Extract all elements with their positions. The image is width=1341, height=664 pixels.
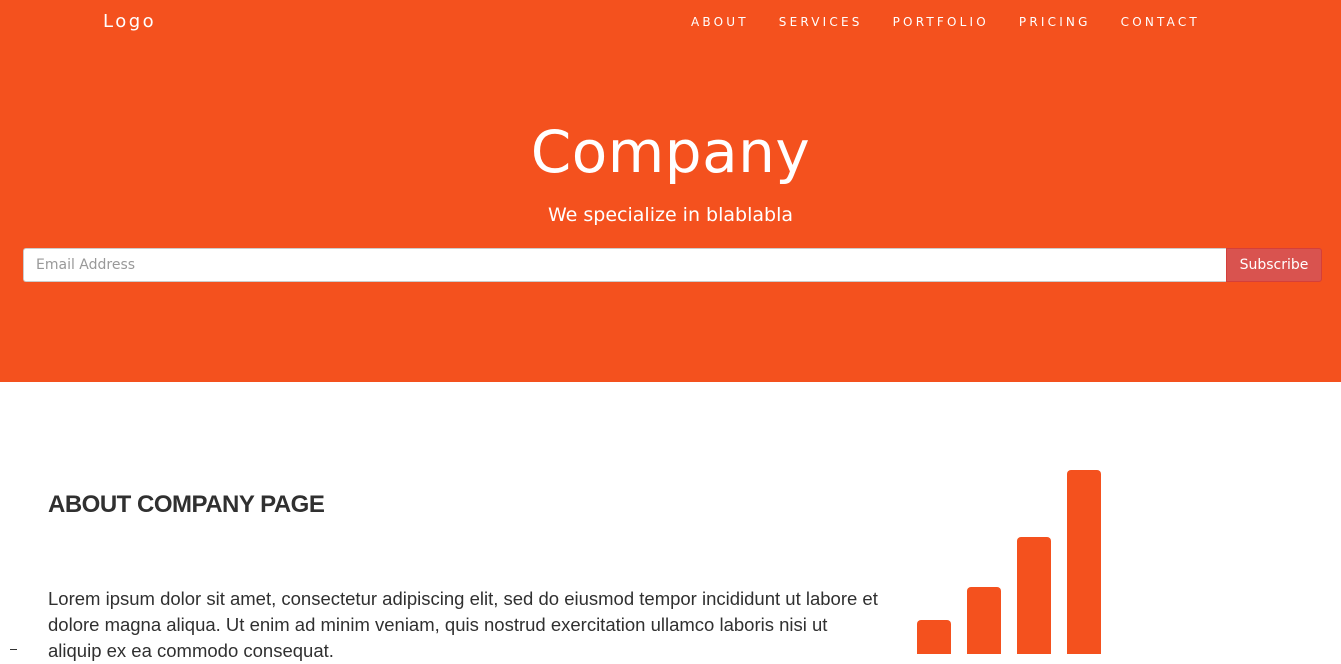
signal-bars-icon	[917, 470, 1101, 654]
hero-subtitle: We specialize in blablabla	[548, 204, 793, 226]
hero-section: Logo ABOUT SERVICES PORTFOLIO PRICING CO…	[0, 0, 1341, 382]
subscribe-form: Subscribe	[23, 248, 1322, 282]
about-text: Lorem ipsum dolor sit amet, consectetur …	[48, 588, 878, 661]
divider-mark	[10, 649, 17, 650]
navbar-logo[interactable]: Logo	[103, 10, 156, 34]
signal-bar-3	[1017, 537, 1051, 654]
nav-link-pricing[interactable]: PRICING	[1004, 14, 1106, 30]
nav-link-services[interactable]: SERVICES	[764, 14, 878, 30]
hero-title: Company	[530, 118, 811, 186]
navbar-links: ABOUT SERVICES PORTFOLIO PRICING CONTACT	[676, 14, 1215, 30]
nav-link-portfolio[interactable]: PORTFOLIO	[878, 14, 1004, 30]
signal-bar-2	[967, 587, 1001, 654]
subscribe-button[interactable]: Subscribe	[1226, 248, 1322, 282]
email-input[interactable]	[23, 248, 1226, 282]
signal-bar-1	[917, 620, 951, 654]
about-title: ABOUT COMPANY PAGE	[48, 491, 325, 518]
nav-link-about[interactable]: ABOUT	[676, 14, 764, 30]
signal-bar-4	[1067, 470, 1101, 654]
nav-link-contact[interactable]: CONTACT	[1106, 14, 1215, 30]
